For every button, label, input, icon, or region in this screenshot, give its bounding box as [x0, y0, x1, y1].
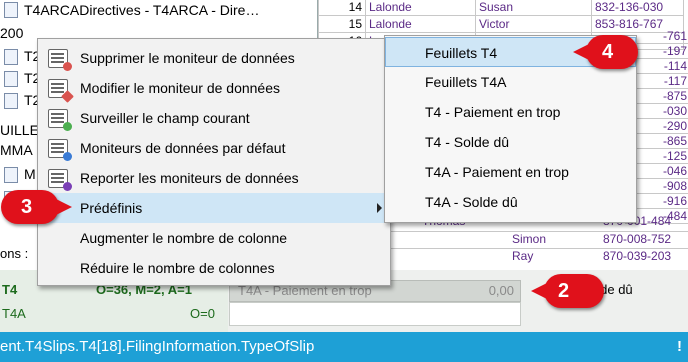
- status-text: ent.T4Slips.T4[18].FilingInformation.Typ…: [0, 338, 315, 355]
- menu-item-default-monitors[interactable]: Moniteurs de données par défaut: [38, 133, 390, 163]
- warning-icon[interactable]: !: [677, 332, 682, 362]
- tree-node[interactable]: MMA: [0, 139, 33, 161]
- document-icon: [4, 71, 18, 87]
- monitor-tile-empty[interactable]: [229, 302, 521, 326]
- menu-item-remove-monitor[interactable]: Supprimer le moniteur de données: [38, 43, 390, 73]
- submenu-item-t4a-slips[interactable]: Feuillets T4A: [385, 67, 636, 97]
- phone-cell[interactable]: 870-039-203: [603, 248, 671, 264]
- first-name-cell[interactable]: Victor: [475, 15, 592, 33]
- document-icon: [4, 49, 18, 65]
- carry-forward-monitors-icon: [48, 169, 72, 191]
- phone-cell[interactable]: 832-136-030: [591, 0, 684, 16]
- last-name-cell[interactable]: Lalonde: [365, 0, 476, 16]
- table-row[interactable]: 14 Lalonde Susan 832-136-030: [318, 0, 684, 16]
- monitor-tile-value: 0,00: [488, 283, 514, 298]
- monitor-counts: O=0: [190, 306, 215, 321]
- submenu-arrow-icon: [377, 203, 382, 213]
- menu-item-edit-monitor[interactable]: Modifier le moniteur de données: [38, 73, 390, 103]
- status-bar: ent.T4Slips.T4[18].FilingInformation.Typ…: [0, 332, 688, 362]
- menu-item-carry-forward-monitors[interactable]: Reporter les moniteurs de données: [38, 163, 390, 193]
- callout-3: 3: [1, 190, 72, 224]
- document-icon: [4, 2, 18, 18]
- monitor-name[interactable]: T4A: [2, 306, 26, 321]
- monitor-name[interactable]: T4: [2, 282, 17, 297]
- last-name-cell[interactable]: Lalonde: [365, 15, 476, 33]
- document-icon: [4, 167, 18, 183]
- edit-monitor-icon: [48, 79, 74, 103]
- callout-4: 4: [573, 35, 638, 69]
- bottom-panel-label: ons :: [0, 246, 29, 261]
- submenu-item-t4a-balance-due[interactable]: T4A - Solde dû: [385, 187, 636, 217]
- submenu-item-t4a-overpayment[interactable]: T4A - Paiement en trop: [385, 157, 636, 187]
- first-name-cell[interactable]: Susan: [475, 0, 592, 16]
- callout-2: 2: [531, 274, 604, 308]
- menu-item-decrease-columns[interactable]: Réduire le nombre de colonnes: [38, 253, 390, 283]
- default-monitors-icon: [48, 139, 72, 161]
- menu-item-watch-field[interactable]: Surveiller le champ courant: [38, 103, 390, 133]
- row-number: 15: [318, 15, 366, 33]
- watch-field-icon: [48, 109, 72, 131]
- menu-item-predefined[interactable]: Prédéfinis: [38, 193, 390, 223]
- document-icon: [4, 93, 18, 109]
- row-number: 14: [318, 0, 366, 16]
- menu-item-increase-columns[interactable]: Augmenter le nombre de colonne: [38, 223, 390, 253]
- first-name-cell[interactable]: Simon: [512, 231, 546, 247]
- phone-cell[interactable]: 870-008-752: [603, 231, 671, 247]
- tree-node[interactable]: 200: [0, 22, 23, 44]
- submenu-item-t4-overpayment[interactable]: T4 - Paiement en trop: [385, 97, 636, 127]
- remove-monitor-icon: [48, 49, 72, 71]
- context-menu: Supprimer le moniteur de données Modifie…: [37, 38, 391, 286]
- first-name-cell[interactable]: Ray: [512, 248, 533, 264]
- submenu-item-t4-balance-due[interactable]: T4 - Solde dû: [385, 127, 636, 157]
